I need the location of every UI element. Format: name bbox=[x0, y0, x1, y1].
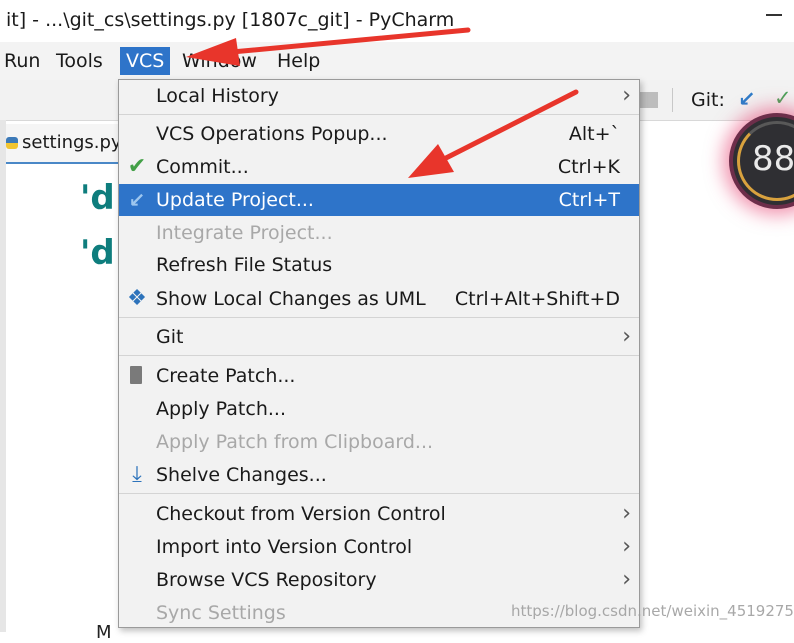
menu-item-label: Browse VCS Repository bbox=[156, 569, 377, 591]
menu-vcs[interactable]: VCS bbox=[120, 47, 171, 75]
menu-item-label: Checkout from Version Control bbox=[156, 503, 446, 525]
menu-separator bbox=[119, 317, 639, 318]
window-title-bar: it] - ...\git_cs\settings.py [1807c_git]… bbox=[0, 0, 794, 42]
minimize-icon[interactable] bbox=[766, 14, 782, 16]
check-icon: ✔ bbox=[127, 154, 147, 179]
menu-item-commit[interactable]: ✔ Commit... Ctrl+K bbox=[119, 151, 639, 183]
menu-item-label: Sync Settings bbox=[156, 602, 286, 624]
vcs-dropdown-menu: Local History › VCS Operations Popup... … bbox=[118, 79, 640, 628]
git-commit-icon[interactable]: ✓ bbox=[774, 86, 792, 110]
menu-tools[interactable]: Tools bbox=[50, 47, 109, 75]
menu-item-label: Create Patch... bbox=[156, 365, 296, 387]
menu-item-shelve-changes[interactable]: ⤓ Shelve Changes... bbox=[119, 459, 639, 491]
menu-item-apply-patch[interactable]: Apply Patch... bbox=[119, 393, 639, 425]
menu-item-shortcut: Ctrl+T bbox=[558, 189, 620, 211]
python-file-icon bbox=[6, 137, 18, 149]
menu-item-label: Update Project... bbox=[156, 189, 314, 211]
submenu-arrow-icon: › bbox=[622, 83, 631, 108]
menu-item-show-local-changes-uml[interactable]: ❖ Show Local Changes as UML Ctrl+Alt+Shi… bbox=[119, 283, 639, 315]
git-label: Git: bbox=[691, 89, 725, 111]
menu-window[interactable]: Window bbox=[176, 47, 263, 75]
badge-value: 88 bbox=[752, 139, 794, 179]
menu-item-label: Integrate Project... bbox=[156, 222, 333, 244]
shelve-icon: ⤓ bbox=[132, 462, 142, 487]
menu-item-label: Apply Patch from Clipboard... bbox=[156, 431, 434, 453]
menu-item-shortcut: Ctrl+K bbox=[557, 156, 620, 178]
menu-separator bbox=[119, 493, 639, 494]
menu-item-checkout[interactable]: Checkout from Version Control › bbox=[119, 498, 639, 530]
code-line: M bbox=[96, 622, 112, 643]
submenu-arrow-icon: › bbox=[622, 501, 631, 526]
patch-icon bbox=[130, 366, 142, 384]
menu-item-label: Shelve Changes... bbox=[156, 464, 327, 486]
code-line: 'd bbox=[80, 233, 115, 273]
menu-item-label: Apply Patch... bbox=[156, 398, 286, 420]
stop-icon[interactable] bbox=[640, 92, 658, 108]
watermark: https://blog.csdn.net/weixin_45192754 bbox=[511, 602, 794, 620]
menu-item-label: Local History bbox=[156, 85, 279, 107]
menu-separator bbox=[119, 355, 639, 356]
menu-item-browse-vcs-repository[interactable]: Browse VCS Repository › bbox=[119, 564, 639, 596]
editor-tab-label: settings.py bbox=[22, 132, 122, 153]
menu-help[interactable]: Help bbox=[271, 47, 326, 75]
menu-separator bbox=[119, 114, 639, 115]
submenu-arrow-icon: › bbox=[622, 567, 631, 592]
menu-item-local-history[interactable]: Local History › bbox=[119, 80, 639, 112]
menu-item-integrate-project: Integrate Project... bbox=[119, 217, 639, 249]
menu-item-refresh-file-status[interactable]: Refresh File Status bbox=[119, 249, 639, 281]
menu-item-shortcut: Alt+` bbox=[568, 123, 620, 145]
menu-item-shortcut: Ctrl+Alt+Shift+D bbox=[454, 288, 620, 310]
menu-item-update-project[interactable]: ↙ Update Project... Ctrl+T bbox=[119, 184, 639, 216]
uml-icon: ❖ bbox=[127, 286, 147, 311]
menu-item-label: Commit... bbox=[156, 156, 249, 178]
menu-item-label: Refresh File Status bbox=[156, 254, 333, 276]
toolbar-separator bbox=[672, 88, 673, 112]
menu-item-git[interactable]: Git › bbox=[119, 321, 639, 353]
window-title: it] - ...\git_cs\settings.py [1807c_git]… bbox=[6, 9, 455, 31]
menu-item-label: Import into Version Control bbox=[156, 536, 413, 558]
submenu-arrow-icon: › bbox=[622, 534, 631, 559]
menu-item-vcs-operations-popup[interactable]: VCS Operations Popup... Alt+` bbox=[119, 118, 639, 150]
menu-item-apply-patch-clipboard: Apply Patch from Clipboard... bbox=[119, 426, 639, 458]
code-line: 'd bbox=[80, 178, 115, 218]
submenu-arrow-icon: › bbox=[622, 324, 631, 349]
update-arrow-icon: ↙ bbox=[128, 188, 146, 212]
menu-item-label: Git bbox=[156, 326, 184, 348]
menu-item-create-patch[interactable]: Create Patch... bbox=[119, 360, 639, 392]
editor-tab-settings[interactable]: settings.py bbox=[6, 124, 122, 164]
menu-bar: Run Tools VCS Window Help bbox=[0, 42, 794, 80]
git-update-icon[interactable]: ↙ bbox=[738, 87, 756, 111]
menu-run[interactable]: Run bbox=[0, 47, 46, 75]
menu-item-label: VCS Operations Popup... bbox=[156, 123, 388, 145]
menu-item-label: Show Local Changes as UML bbox=[156, 288, 426, 310]
menu-item-import[interactable]: Import into Version Control › bbox=[119, 531, 639, 563]
